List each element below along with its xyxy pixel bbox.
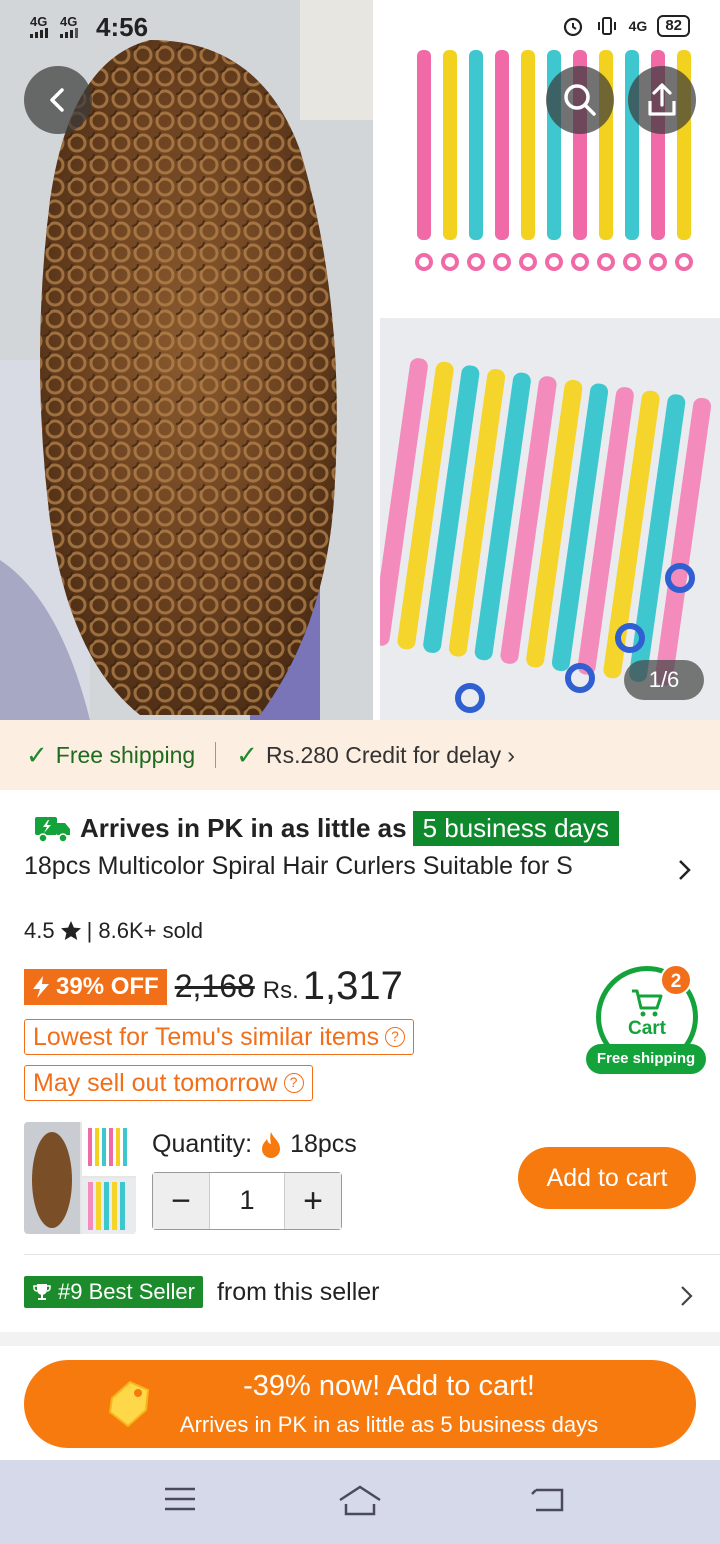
menu-icon[interactable] (162, 1482, 198, 1516)
delivery-days-badge: 5 business days (412, 810, 620, 846)
discount-badge: 39% OFF (24, 968, 167, 1005)
quantity-option: 18pcs (290, 1130, 357, 1158)
product-title-text: 18pcs Multicolor Spiral Hair Curlers Sui… (24, 852, 573, 880)
increase-button[interactable]: + (285, 1173, 341, 1229)
lowest-price-text: Lowest for Temu's similar items (33, 1022, 380, 1051)
network-label: 4G (30, 13, 48, 29)
divider (215, 742, 217, 768)
check-icon: ✓ (26, 739, 48, 770)
back-icon (50, 88, 64, 112)
shipping-banner[interactable]: ✓ Free shipping ✓ Rs.280 Credit for dela… (0, 720, 720, 790)
flame-icon (262, 1131, 281, 1158)
network-indicator-2: 4G (60, 13, 82, 40)
from-seller-text: from this seller (216, 1277, 380, 1306)
price-row: 39% OFF 2,168 Rs. 1,317 (24, 964, 403, 1009)
chevron-right-icon[interactable] (678, 858, 692, 882)
delivery-prefix: Arrives in PK in as little as (80, 812, 407, 843)
credit-for-delay-text[interactable]: Rs.280 Credit for delay (266, 742, 501, 769)
add-to-cart-button[interactable]: Add to cart (518, 1147, 696, 1209)
network-label-3: 4G (628, 18, 648, 34)
clock: 4:56 (96, 12, 149, 42)
network-indicator: 4G (30, 13, 52, 40)
battery-indicator: 82 (657, 15, 690, 37)
quantity-label-row: Quantity: 18pcs (152, 1130, 357, 1159)
signal-icon-2 (60, 27, 78, 38)
best-seller-badge: #9 Best Seller (24, 1276, 203, 1308)
free-shipping-text: Free shipping (55, 741, 196, 768)
cart-count-badge: 2 (660, 964, 692, 996)
quantity-label: Quantity: (152, 1130, 253, 1158)
alarm-icon (563, 17, 582, 37)
sell-out-tag[interactable]: May sell out tomorrow ? (24, 1065, 313, 1101)
lowest-price-tag[interactable]: Lowest for Temu's similar items ? (24, 1019, 415, 1055)
image-counter: 1/6 (624, 660, 704, 700)
best-seller-text: #9 Best Seller (58, 1279, 195, 1304)
product-image-gallery[interactable]: 4G 4G 4:56 4G 82 1/6 (0, 0, 720, 720)
check-icon: ✓ (236, 739, 258, 770)
delivery-estimate: Arrives in PK in as little as 5 business… (34, 806, 620, 850)
product-title[interactable]: 18pcs Multicolor Spiral Hair Curlers Sui… (24, 852, 704, 892)
search-icon (564, 84, 596, 116)
section-separator (0, 1332, 720, 1346)
title-fade (564, 852, 644, 892)
discount-text: 39% OFF (56, 972, 159, 1000)
cart-free-shipping: Free shipping (586, 1044, 706, 1074)
section-divider (24, 1254, 720, 1255)
decrease-button[interactable]: − (153, 1173, 209, 1229)
flash-icon (33, 975, 49, 998)
cart-widget[interactable]: Cart Free shipping 2 (586, 964, 706, 1078)
quantity-value[interactable]: 1 (209, 1173, 285, 1229)
status-bar: 4G 4G 4:56 4G 82 (0, 0, 720, 56)
promo-sub-text: Arrives in PK in as little as 5 business… (179, 1412, 599, 1437)
help-icon: ? (385, 1027, 406, 1047)
original-price: 2,168 (174, 968, 255, 1004)
share-icon (648, 83, 676, 116)
vibrate-icon (597, 17, 616, 35)
help-icon: ? (283, 1073, 304, 1093)
chevron-right-icon[interactable] (680, 1284, 694, 1308)
thumbnail-image (24, 1122, 136, 1234)
signal-icon (30, 27, 48, 38)
network-label-2: 4G (60, 13, 78, 29)
promo-add-to-cart-button[interactable]: -39% now! Add to cart! Arrives in PK in … (24, 1360, 696, 1448)
variant-thumbnail[interactable] (24, 1122, 136, 1234)
current-price: 1,317 (302, 964, 403, 1008)
share-button[interactable] (628, 66, 696, 134)
cart-label: Cart (627, 1018, 666, 1039)
promo-main-text: -39% now! Add to cart! (243, 1370, 535, 1402)
home-icon[interactable] (336, 1484, 384, 1518)
rating-score: 4.5 (24, 918, 55, 943)
system-navigation-bar (0, 1460, 720, 1544)
rating-row[interactable]: 4.5 | 8.6K+ sold (24, 918, 203, 944)
quantity-stepper[interactable]: − 1 + (152, 1172, 342, 1230)
trophy-icon (33, 1284, 51, 1300)
sold-count: | 8.6K+ sold (86, 918, 203, 943)
cart-icon (632, 989, 663, 1017)
chevron-right-icon: › (507, 741, 515, 768)
star-icon (60, 921, 81, 940)
truck-icon (35, 817, 70, 843)
currency-label: Rs. (262, 976, 299, 1004)
best-seller-row[interactable]: #9 Best Seller from this seller (24, 1276, 380, 1308)
sell-out-text: May sell out tomorrow (33, 1068, 278, 1097)
back-button[interactable] (24, 66, 92, 134)
search-button[interactable] (546, 66, 614, 134)
back-nav-icon[interactable] (528, 1482, 568, 1516)
